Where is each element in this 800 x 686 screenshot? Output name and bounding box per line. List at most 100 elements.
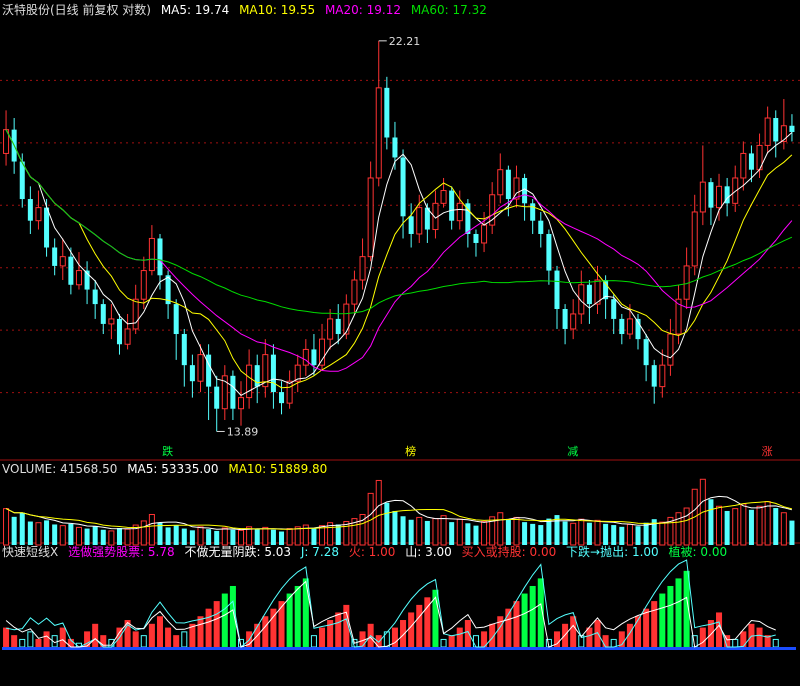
- volume-bar: [449, 522, 455, 545]
- indicator-bar: [521, 593, 528, 648]
- volume-bar: [659, 521, 666, 546]
- indicator-bar: [35, 638, 42, 648]
- volume-bar: [740, 503, 747, 546]
- indicator-bar: [213, 601, 220, 648]
- chart-canvas[interactable]: 22.21 13.89 跌 榜 减 涨: [0, 0, 800, 683]
- indicator-bar: [756, 627, 763, 648]
- candle-body: [546, 233, 552, 271]
- ma10-value: MA10: 19.55: [239, 3, 316, 17]
- volume-bar: [562, 521, 568, 545]
- volume-bar: [505, 519, 511, 545]
- candle-body: [92, 289, 98, 305]
- indicator-bar: [408, 612, 415, 648]
- stock-chart[interactable]: 22.21 13.89 跌 榜 减 涨 沃特股份(日线 前复权 对数) MA5: 19.7…: [0, 0, 800, 683]
- indicator-bar: [699, 627, 706, 648]
- volume-bar: [440, 515, 447, 546]
- volume-bar: [456, 518, 463, 546]
- volume-bar: [52, 524, 58, 545]
- volume-bar: [311, 527, 317, 545]
- indicator-bar: [562, 623, 569, 648]
- candle-body: [392, 137, 398, 158]
- indicator-bar: [11, 635, 18, 648]
- indicator-bar: [440, 638, 447, 648]
- volume-ma5-line: [5, 495, 793, 531]
- indicator-buy: 买入或持股: 0.00: [461, 545, 557, 559]
- volume-bar: [626, 523, 633, 546]
- volume-bar: [756, 505, 763, 546]
- indicator-bar: [140, 635, 147, 648]
- candle-body: [570, 313, 577, 330]
- candle-body: [140, 270, 147, 300]
- indicator-bar: [173, 635, 180, 648]
- indicator-shan: 山: 3.00: [405, 545, 452, 559]
- candle-body: [237, 397, 245, 410]
- candle-body: [440, 190, 447, 204]
- signal-marker-label: 涨: [762, 445, 773, 458]
- candle-body: [611, 299, 617, 319]
- volume-bar: [92, 526, 98, 545]
- volume-bar: [570, 522, 577, 546]
- volume-bar: [84, 528, 90, 545]
- volume-bar: [611, 525, 617, 545]
- volume-bar: [124, 528, 131, 546]
- volume-bar: [384, 502, 390, 545]
- volume-bar: [35, 522, 42, 546]
- candle-body: [748, 153, 754, 170]
- candle-body: [335, 318, 341, 335]
- volume-bar: [635, 526, 641, 545]
- candle-body: [400, 157, 406, 217]
- indicator-bar: [3, 627, 10, 648]
- volume-bar: [294, 526, 301, 546]
- indicator-bar: [772, 638, 779, 648]
- volume-bar: [530, 523, 536, 545]
- volume-bar: [206, 529, 212, 545]
- volume-bar: [100, 529, 106, 545]
- candle-body: [173, 304, 179, 335]
- indicator-bar: [570, 616, 577, 648]
- indicator-bar: [610, 638, 617, 648]
- candle-body: [302, 348, 309, 366]
- candle-body: [626, 318, 633, 335]
- indicator-bar: [416, 604, 423, 648]
- stock-title: 沃特股份(日线 前复权 对数): [2, 3, 151, 17]
- volume-bar: [254, 529, 260, 545]
- ma60-value: MA60: 17.32: [410, 3, 487, 17]
- indicator-bar: [716, 612, 723, 648]
- candle-body: [691, 211, 698, 267]
- indicator-bar: [602, 635, 609, 648]
- candle-body: [254, 365, 260, 387]
- candle-body: [68, 256, 74, 285]
- indicator-bar: [472, 635, 479, 648]
- volume-bar: [594, 519, 601, 546]
- candle-body: [659, 364, 666, 388]
- candle-body: [246, 364, 253, 399]
- candle-body: [75, 270, 82, 286]
- volume-bar: [3, 508, 10, 546]
- volume-bar: [19, 512, 25, 545]
- indicator-bar: [205, 608, 212, 648]
- volume-bar: [773, 508, 779, 545]
- candle-body: [279, 392, 285, 404]
- candle-body: [667, 333, 674, 366]
- indicator-baseline: [2, 647, 796, 650]
- volume-bar: [75, 526, 82, 546]
- indicator-bar: [197, 616, 204, 648]
- volume-bar: [724, 510, 730, 545]
- ma20-value: MA20: 19.12: [324, 3, 401, 17]
- volume-bar: [59, 525, 66, 546]
- candle-body: [327, 318, 334, 340]
- volume-bar: [221, 527, 228, 546]
- indicator-bar: [513, 601, 520, 648]
- candle-body: [100, 304, 106, 324]
- volume-bar: [675, 512, 682, 546]
- volume-bar: [522, 522, 528, 545]
- volume-bar: [189, 530, 195, 545]
- volume-bar: [375, 479, 382, 546]
- volume-bar: [400, 516, 406, 545]
- volume-value: VOLUME: 41568.50: [2, 462, 118, 476]
- indicator-name: 快速短线X: [2, 545, 59, 559]
- indicator-bar: [310, 635, 317, 648]
- candle-body: [699, 181, 706, 213]
- volume-bar: [643, 522, 649, 545]
- indicator-j: J: 7.28: [300, 545, 339, 559]
